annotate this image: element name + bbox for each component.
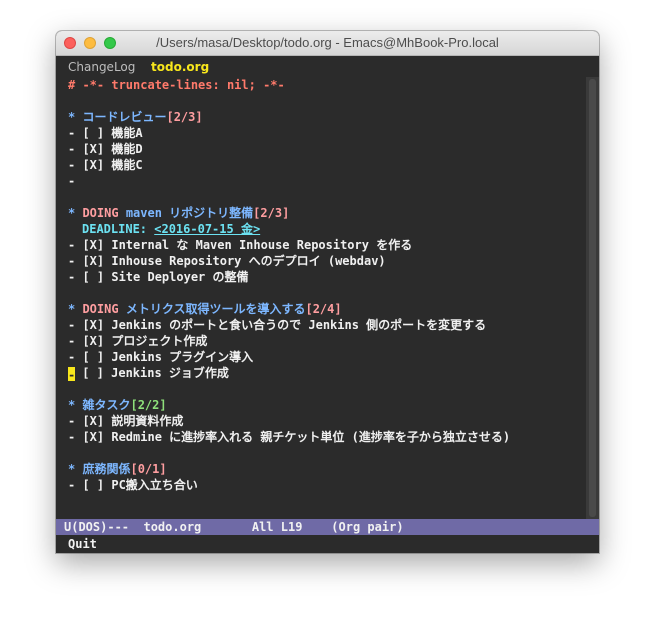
heading-star: *: [68, 398, 83, 412]
heading-progress: [2/4]: [305, 302, 342, 316]
file-local-variables-line: # -*- truncate-lines: nil; -*-: [68, 78, 285, 92]
checklist-item: - [ ] Site Deployer の整備: [68, 270, 249, 284]
checklist-item: - [X] 機能D: [68, 142, 143, 156]
checklist-item: - [X] 説明資料作成: [68, 414, 184, 428]
vertical-scrollbar[interactable]: [586, 77, 599, 519]
todo-keyword: DOING: [82, 206, 126, 220]
tab-todo-org[interactable]: todo.org: [151, 56, 209, 78]
heading-star: *: [68, 110, 83, 124]
heading-title: maven リポジトリ整備: [125, 206, 254, 220]
heading-star: *: [68, 302, 83, 316]
heading-progress: [2/3]: [253, 206, 290, 220]
editor-buffer[interactable]: # -*- truncate-lines: nil; -*- * コードレビュー…: [56, 77, 586, 519]
heading-star: *: [68, 206, 83, 220]
heading-progress: [0/1]: [130, 462, 167, 476]
deadline-line: DEADLINE: <2016-07-15 金>: [82, 221, 260, 237]
heading-progress: [2/3]: [166, 110, 203, 124]
checklist-item: - [X] 機能C: [68, 158, 143, 172]
heading-title: メトリクス取得ツールを導入する: [125, 302, 306, 316]
scrollbar-thumb[interactable]: [589, 79, 596, 517]
heading-code-review: * コードレビュー[2/3]: [68, 109, 203, 125]
title-bar[interactable]: /Users/masa/Desktop/todo.org - Emacs@MhB…: [56, 31, 599, 56]
deadline-date-link[interactable]: <2016-07-15 金>: [154, 222, 260, 236]
checklist-item-text: [ ] Jenkins ジョブ作成: [75, 366, 229, 380]
mode-line: U(DOS)--- todo.org All L19 (Org pair): [56, 519, 599, 535]
heading-title: 雑タスク: [82, 398, 131, 412]
checklist-item: - [X] Internal な Maven Inhouse Repositor…: [68, 238, 413, 252]
checklist-item: - [X] Jenkins のポートと食い合うので Jenkins 側のポートを…: [68, 318, 487, 332]
heading-misc-tasks: * 雑タスク[2/2]: [68, 397, 167, 413]
minibuffer[interactable]: Quit: [56, 535, 599, 553]
window-title: /Users/masa/Desktop/todo.org - Emacs@MhB…: [156, 35, 499, 50]
todo-keyword: DOING: [82, 302, 126, 316]
heading-progress: [2/2]: [130, 398, 167, 412]
emacs-window: /Users/masa/Desktop/todo.org - Emacs@MhB…: [56, 31, 599, 553]
heading-title: コードレビュー: [82, 110, 167, 124]
heading-metrics: * DOING メトリクス取得ツールを導入する[2/4]: [68, 301, 342, 317]
checklist-item: - [X] プロジェクト作成: [68, 334, 208, 348]
heading-star: *: [68, 462, 83, 476]
heading-general-affairs: * 庶務関係[0/1]: [68, 461, 167, 477]
checklist-item: - [ ] 機能A: [68, 126, 143, 140]
heading-title: 庶務関係: [82, 462, 131, 476]
deadline-label: DEADLINE:: [82, 222, 155, 236]
heading-maven: * DOING maven リポジトリ整備[2/3]: [68, 205, 289, 221]
checklist-item: - [ ] PC搬入立ち合い: [68, 478, 198, 492]
checklist-item: - [X] Inhouse Repository へのデプロイ (webdav): [68, 254, 386, 268]
tab-changelog[interactable]: ChangeLog: [68, 56, 135, 78]
tab-bar: ChangeLog todo.org: [56, 56, 599, 78]
checklist-item: - [ ] Jenkins プラグイン導入: [68, 350, 254, 364]
checklist-item: -: [68, 174, 76, 188]
checklist-item: - [X] Redmine に進捗率入れる 親チケット単位 (進捗率を子から独立…: [68, 430, 511, 444]
text-cursor: -: [68, 367, 76, 382]
checklist-item-current: - [ ] Jenkins ジョブ作成: [68, 365, 229, 382]
